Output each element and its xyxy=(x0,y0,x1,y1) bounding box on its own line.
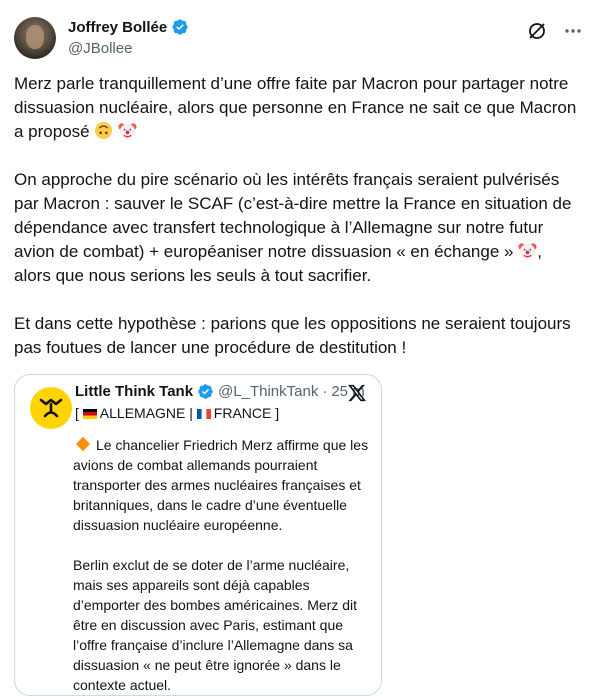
header-actions xyxy=(526,20,584,42)
quote-name-row: Little Think Tank @L_ThinkTank · 25 m xyxy=(75,383,365,400)
tweet-header: Joffrey Bollée @JBollee xyxy=(14,14,584,64)
tweet-paragraph-1: Merz parle tranquillement d’une offre fa… xyxy=(14,74,577,141)
orange-diamond-emoji xyxy=(75,436,91,452)
quote-paragraph-1: Le chancelier Friedrich Merz affirme que… xyxy=(73,436,369,533)
quote-avatar[interactable] xyxy=(30,387,72,429)
quote-paragraph-2: Berlin exclut de se doter de l’arme nucl… xyxy=(73,557,358,693)
tweet-text: Merz parle tranquillement d’une offre fa… xyxy=(14,72,580,384)
quote-body: Le chancelier Friedrich Merz affirme que… xyxy=(73,435,369,695)
upside-down-face-emoji xyxy=(95,121,113,140)
grok-icon[interactable] xyxy=(526,20,548,42)
clown-face-emoji xyxy=(118,123,137,140)
more-icon[interactable] xyxy=(562,20,584,42)
clown-face-emoji xyxy=(518,243,537,260)
avatar[interactable] xyxy=(14,17,56,59)
quote-country-tags: [ ALLEMAGNE | FRANCE ] xyxy=(75,405,280,421)
quoted-tweet[interactable]: Little Think Tank @L_ThinkTank · 25 m [ … xyxy=(14,374,382,696)
verified-badge-icon xyxy=(198,384,213,399)
country-france: FRANCE xyxy=(213,405,272,421)
quote-handle[interactable]: @L_ThinkTank xyxy=(218,383,318,400)
author-display-name[interactable]: Joffrey Bollée xyxy=(68,19,167,36)
author-handle[interactable]: @JBollee xyxy=(68,40,189,57)
quote-separator: · xyxy=(322,383,328,400)
france-flag-icon xyxy=(196,409,211,419)
little-think-tank-logo xyxy=(39,398,63,418)
quote-display-name[interactable]: Little Think Tank xyxy=(75,383,193,400)
verified-badge-icon xyxy=(172,19,188,35)
country-germany: ALLEMAGNE xyxy=(99,405,186,421)
tweet-paragraph-2: On approche du pire scénario où les inté… xyxy=(14,170,572,285)
tweet-paragraph-3: Et dans cette hypothèse : parions que le… xyxy=(14,314,571,357)
germany-flag-icon xyxy=(82,409,97,419)
x-logo-icon xyxy=(348,384,367,402)
author-block: Joffrey Bollée @JBollee xyxy=(68,16,189,57)
